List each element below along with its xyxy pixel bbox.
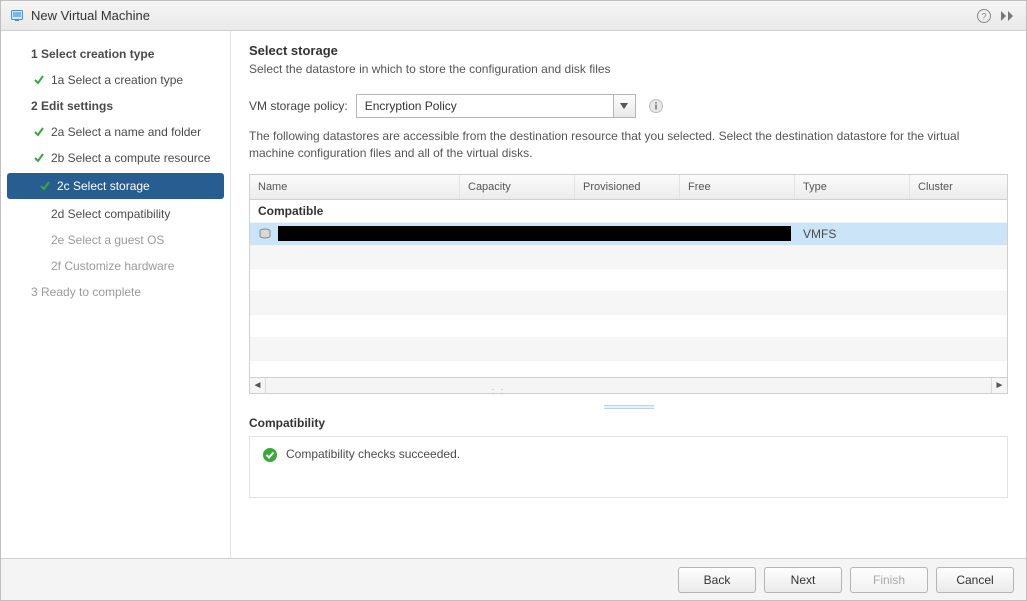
vm-storage-policy-select[interactable]: Encryption Policy [356, 94, 636, 118]
panel-title: Select storage [249, 43, 1008, 58]
check-icon [33, 150, 49, 166]
compatible-group-header: Compatible [250, 200, 1007, 223]
table-row-empty [250, 292, 1007, 315]
datastore-table: Name Capacity Provisioned Free Type Clus… [249, 174, 1008, 394]
vm-icon [9, 8, 25, 24]
right-panel: Select storage Select the datastore in w… [231, 31, 1026, 558]
table-row-empty [250, 246, 1007, 269]
dialog-title: New Virtual Machine [31, 8, 150, 23]
chevron-down-icon[interactable] [613, 95, 635, 117]
table-cell-type: VMFS [795, 223, 910, 245]
step-1a[interactable]: 1a Select a creation type [1, 67, 230, 93]
table-cell-cluster [910, 223, 1007, 245]
info-icon[interactable] [648, 98, 664, 114]
svg-text:?: ? [981, 11, 986, 21]
step-2b[interactable]: 2b Select a compute resource [1, 145, 230, 171]
table-header: Name Capacity Provisioned Free Type Clus… [250, 175, 1007, 200]
splitter-handle[interactable] [249, 404, 1008, 410]
table-row-empty [250, 361, 1007, 377]
check-icon [33, 232, 49, 248]
wizard-steps-sidebar: 1 Select creation type 1a Select a creat… [1, 31, 231, 558]
col-name[interactable]: Name [250, 175, 460, 199]
compatibility-message: Compatibility checks succeeded. [286, 447, 460, 461]
step-2e: 2e Select a guest OS [1, 227, 230, 253]
step-2[interactable]: 2 Edit settings [1, 93, 230, 119]
col-provisioned[interactable]: Provisioned [575, 175, 680, 199]
table-body: Compatible [250, 200, 1007, 377]
scroll-left-icon[interactable]: ◄ [250, 378, 266, 393]
step-3: 3 Ready to complete [1, 279, 230, 305]
titlebar: New Virtual Machine ? [1, 1, 1026, 31]
compatibility-box: Compatibility checks succeeded. [249, 436, 1008, 498]
table-row-empty [250, 338, 1007, 361]
step-1[interactable]: 1 Select creation type [1, 41, 230, 67]
panel-subtitle: Select the datastore in which to store t… [249, 62, 1008, 76]
table-row-empty [250, 315, 1007, 338]
table-row[interactable]: VMFS [250, 223, 1007, 246]
table-row-empty [250, 269, 1007, 292]
next-button[interactable]: Next [764, 567, 842, 593]
check-icon [39, 178, 55, 194]
compatibility-title: Compatibility [249, 416, 1008, 430]
redacted-datastore-name [278, 226, 791, 241]
col-capacity[interactable]: Capacity [460, 175, 575, 199]
scroll-right-icon[interactable]: ► [991, 378, 1007, 393]
datastore-icon [258, 227, 272, 241]
col-free[interactable]: Free [680, 175, 795, 199]
new-vm-dialog: New Virtual Machine ? 1 Select creation … [0, 0, 1027, 601]
success-icon [262, 447, 278, 466]
check-icon [33, 206, 49, 222]
dialog-footer: Back Next Finish Cancel [1, 558, 1026, 600]
panel-description: The following datastores are accessible … [249, 128, 1008, 162]
col-type[interactable]: Type [795, 175, 910, 199]
finish-button: Finish [850, 567, 928, 593]
help-icon[interactable]: ? [976, 8, 992, 24]
step-2c[interactable]: 2c Select storage [7, 173, 224, 199]
col-cluster[interactable]: Cluster [910, 175, 1007, 199]
cancel-button[interactable]: Cancel [936, 567, 1014, 593]
check-icon [33, 124, 49, 140]
horizontal-scrollbar[interactable]: ◄ : : ► [250, 377, 1007, 393]
vm-storage-policy-value: Encryption Policy [357, 99, 613, 113]
step-2a[interactable]: 2a Select a name and folder [1, 119, 230, 145]
step-forward-icon[interactable] [1000, 10, 1018, 22]
check-icon [33, 258, 49, 274]
step-2f: 2f Customize hardware [1, 253, 230, 279]
back-button[interactable]: Back [678, 567, 756, 593]
vm-storage-policy-label: VM storage policy: [249, 99, 348, 113]
step-2d[interactable]: 2d Select compatibility [1, 201, 230, 227]
check-icon [33, 72, 49, 88]
